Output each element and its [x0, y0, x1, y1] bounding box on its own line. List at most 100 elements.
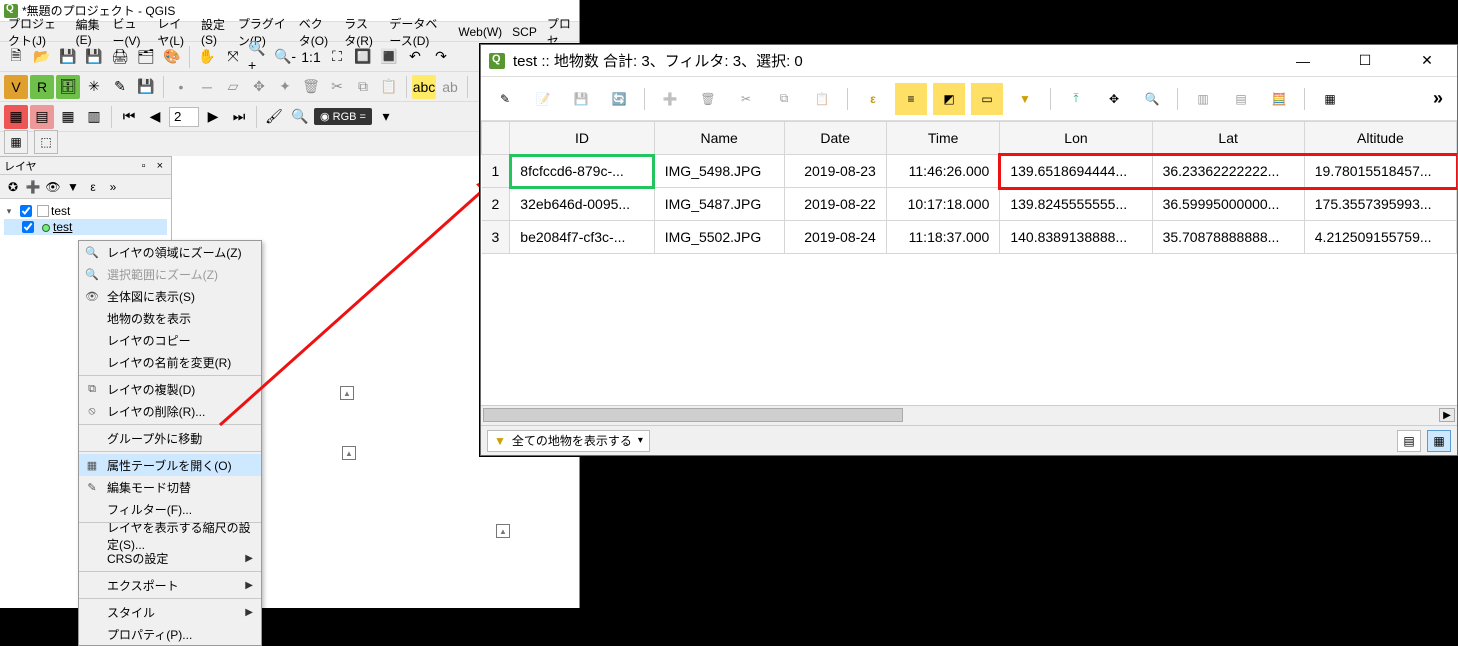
ctx-CRSの設定[interactable]: CRSの設定▶	[79, 547, 261, 569]
layer-style-icon[interactable]: ✪	[4, 178, 22, 196]
filter-selection-icon[interactable]: ▼	[1009, 83, 1041, 115]
add-vector-icon[interactable]: V	[4, 75, 28, 99]
layer-visibility-icon[interactable]: 👁	[44, 178, 62, 196]
save-icon[interactable]: 💾	[56, 45, 80, 69]
ctx-レイヤの名前を変更(R)[interactable]: レイヤの名前を変更(R)	[79, 351, 261, 373]
identify-icon[interactable]: 🔍	[288, 105, 312, 129]
table-row[interactable]: 3be2084f7-cf3c-...IMG_5502.JPG2019-08-24…	[482, 221, 1457, 254]
ctx-全体図に表示(S)[interactable]: 👁全体図に表示(S)	[79, 285, 261, 307]
expr-select-icon[interactable]: ε	[857, 83, 889, 115]
cell-Lon[interactable]: 140.8389138888...	[1000, 221, 1152, 254]
menu-settings[interactable]: 設定(S)	[197, 14, 232, 49]
zoom-native-icon[interactable]: 1:1	[299, 45, 323, 69]
toolbar-overflow-icon[interactable]: »	[1427, 88, 1449, 109]
col-Date[interactable]: Date	[784, 122, 886, 155]
map-marker-3-icon[interactable]	[496, 524, 510, 538]
cell-Lat[interactable]: 36.23362222222...	[1152, 155, 1304, 188]
attr-grid[interactable]: IDNameDateTimeLonLatAltitude 18fcfccd6-8…	[481, 121, 1457, 405]
first-icon[interactable]: ⏮	[117, 105, 141, 129]
open-project-icon[interactable]: 📂	[30, 45, 54, 69]
map-marker-2-icon[interactable]	[342, 446, 356, 460]
cell-Altitude[interactable]: 4.212509155759...	[1304, 221, 1456, 254]
add-raster-icon[interactable]: R	[30, 75, 54, 99]
cell-Altitude[interactable]: 19.78015518457...	[1304, 155, 1456, 188]
layout-icon[interactable]: 🖨	[108, 45, 132, 69]
raster-calc-icon[interactable]: ▦	[56, 105, 80, 129]
zoom-to-selected-icon[interactable]: 🔍	[1136, 83, 1168, 115]
cell-ID[interactable]: be2084f7-cf3c-...	[510, 221, 654, 254]
color-picker-icon[interactable]: 🖌	[262, 105, 286, 129]
col-Altitude[interactable]: Altitude	[1304, 122, 1456, 155]
layer-expr-icon[interactable]: ε	[84, 178, 102, 196]
cell-Date[interactable]: 2019-08-23	[784, 155, 886, 188]
layer-add-group-icon[interactable]: ➕	[24, 178, 42, 196]
dock-btn-2-icon[interactable]: ⬚	[34, 130, 58, 154]
save-edits-icon[interactable]: 💾	[134, 75, 158, 99]
table-row[interactable]: 232eb646d-0095...IMG_5487.JPG2019-08-221…	[482, 188, 1457, 221]
scroll-thumb[interactable]	[483, 408, 903, 422]
cell-Name[interactable]: IMG_5502.JPG	[654, 221, 784, 254]
tree-layer[interactable]: test	[4, 219, 167, 235]
row-number[interactable]: 3	[482, 221, 510, 254]
ctx-スタイル[interactable]: スタイル▶	[79, 601, 261, 623]
cell-Lat[interactable]: 35.70878888888...	[1152, 221, 1304, 254]
ctx-レイヤの領域にズーム(Z)[interactable]: 🔍レイヤの領域にズーム(Z)	[79, 241, 261, 263]
page-input[interactable]	[169, 107, 199, 127]
deselect-icon[interactable]: ▥	[82, 105, 106, 129]
pan-icon[interactable]: ✋	[195, 45, 219, 69]
add-db-icon[interactable]: 🗄	[56, 75, 80, 99]
ctx-プロパティ(P)...[interactable]: プロパティ(P)...	[79, 623, 261, 645]
style-manager-icon[interactable]: 🎨	[160, 45, 184, 69]
layer-checkbox[interactable]	[22, 221, 34, 233]
ctx-フィルター(F)...[interactable]: フィルター(F)...	[79, 498, 261, 520]
zoom-out-icon[interactable]: 🔍-	[273, 45, 297, 69]
prev-icon[interactable]: ◀	[143, 105, 167, 129]
cell-Name[interactable]: IMG_5487.JPG	[654, 188, 784, 221]
select-all-icon[interactable]: ≡	[895, 83, 927, 115]
last-icon[interactable]: ⏭	[227, 105, 251, 129]
layer-context-menu[interactable]: 🔍レイヤの領域にズーム(Z)🔍選択範囲にズーム(Z)👁全体図に表示(S)地物の数…	[78, 240, 262, 646]
col-Name[interactable]: Name	[654, 122, 784, 155]
col-ID[interactable]: ID	[510, 122, 654, 155]
layout-manager-icon[interactable]: 🗂	[134, 45, 158, 69]
cell-ID[interactable]: 32eb646d-0095...	[510, 188, 654, 221]
panel-controls[interactable]: ▫ ×	[142, 160, 167, 172]
label-move-icon[interactable]: ab	[438, 75, 462, 99]
ctx-レイヤのコピー[interactable]: レイヤのコピー	[79, 329, 261, 351]
minimize-button[interactable]: —	[1281, 47, 1325, 75]
zoom-in-icon[interactable]: 🔍+	[247, 45, 271, 69]
ctx-エクスポート[interactable]: エクスポート▶	[79, 574, 261, 596]
ctx-編集モード切替[interactable]: ✎編集モード切替	[79, 476, 261, 498]
select-poly-icon[interactable]: ▤	[30, 105, 54, 129]
ctx-グループ外に移動[interactable]: グループ外に移動	[79, 427, 261, 449]
deselect-all-icon[interactable]: ▭	[971, 83, 1003, 115]
cell-Lon[interactable]: 139.6518694444...	[1000, 155, 1152, 188]
pan-selection-icon[interactable]: ⤧	[221, 45, 245, 69]
menu-scp[interactable]: SCP	[508, 23, 541, 41]
edit-pencil-icon[interactable]: ✎	[108, 75, 132, 99]
cell-Date[interactable]: 2019-08-22	[784, 188, 886, 221]
cell-Lat[interactable]: 36.59995000000...	[1152, 188, 1304, 221]
col-Lon[interactable]: Lon	[1000, 122, 1152, 155]
col-Lat[interactable]: Lat	[1152, 122, 1304, 155]
form-view-button[interactable]: ▤	[1397, 430, 1421, 452]
new-shapefile-icon[interactable]: ✳	[82, 75, 106, 99]
cell-Time[interactable]: 10:17:18.000	[886, 188, 1000, 221]
label-icon[interactable]: abc	[412, 75, 436, 99]
next-icon[interactable]: ▶	[201, 105, 225, 129]
row-number[interactable]: 1	[482, 155, 510, 188]
map-marker-1-icon[interactable]	[340, 386, 354, 400]
filter-selector[interactable]: ▼ 全ての地物を表示する ▾	[487, 430, 650, 452]
table-view-button[interactable]: ▦	[1427, 430, 1451, 452]
tree-group[interactable]: ▾ test	[4, 203, 167, 219]
layer-filter-icon[interactable]: ▼	[64, 178, 82, 196]
cell-ID[interactable]: 8fcfccd6-879c-...	[510, 155, 654, 188]
ctx-レイヤの複製(D)[interactable]: ⧉レイヤの複製(D)	[79, 378, 261, 400]
scroll-right-icon[interactable]: ▶	[1439, 408, 1455, 422]
select-rect-icon[interactable]: ▦	[4, 105, 28, 129]
h-scrollbar[interactable]: ▶	[481, 405, 1457, 425]
ctx-レイヤを表示する縮尺の設定(S)...[interactable]: レイヤを表示する縮尺の設定(S)...	[79, 525, 261, 547]
invert-selection-icon[interactable]: ◩	[933, 83, 965, 115]
dropdown-icon[interactable]: ▾	[374, 105, 398, 129]
cell-Lon[interactable]: 139.8245555555...	[1000, 188, 1152, 221]
